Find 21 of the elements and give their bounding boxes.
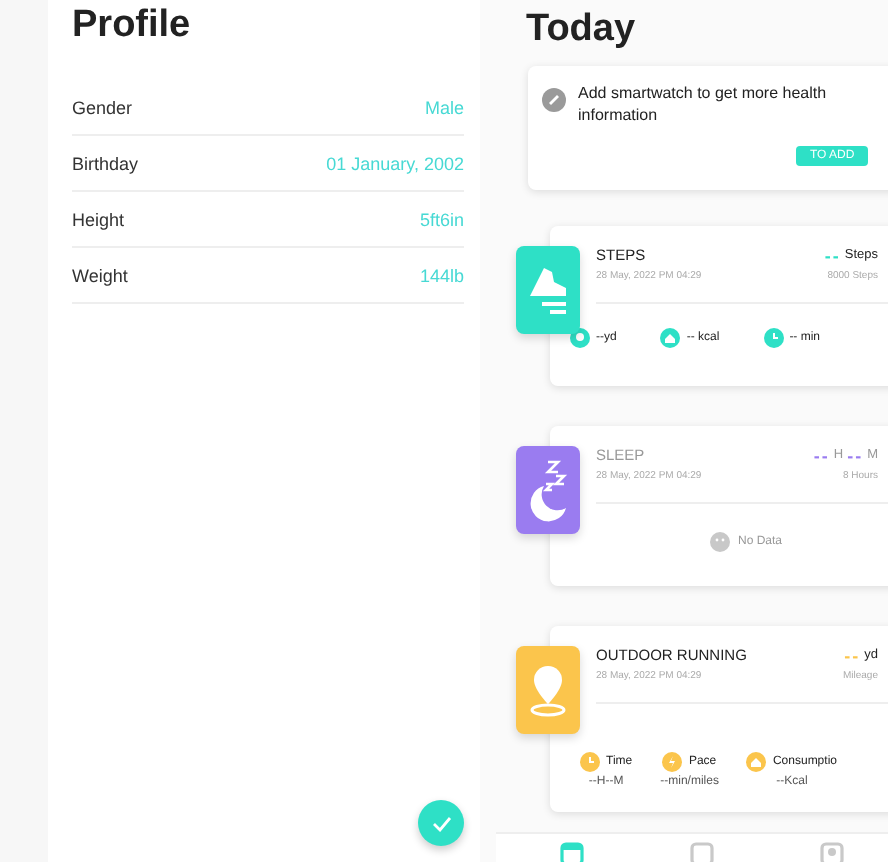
dash-value: -- <box>813 445 830 465</box>
clock-icon <box>763 328 784 348</box>
bolt-icon <box>662 752 683 772</box>
home-icon <box>660 328 681 348</box>
page-title: Profile <box>72 2 193 50</box>
prompt-text: Add smartwatch to get more health information <box>578 82 829 126</box>
calendar-icon[interactable] <box>560 842 584 862</box>
link-icon <box>542 88 566 112</box>
home-icon <box>746 752 767 772</box>
confirm-button[interactable] <box>418 800 464 846</box>
dash-value: -- <box>844 645 861 665</box>
check-icon <box>431 815 451 831</box>
dash-value: -- <box>847 445 864 465</box>
profile-row[interactable]: Gender Male <box>72 80 464 136</box>
clock-icon <box>580 752 600 772</box>
dash-value: -- <box>824 245 841 265</box>
page-title: Today <box>526 6 638 54</box>
profile-row[interactable]: Height 5ft6in <box>72 192 464 248</box>
profile-row[interactable]: Weight 144lb <box>72 248 464 304</box>
profile-row[interactable]: Birthday 01 January, 2002 <box>72 136 464 192</box>
sad-face-icon <box>709 532 730 552</box>
